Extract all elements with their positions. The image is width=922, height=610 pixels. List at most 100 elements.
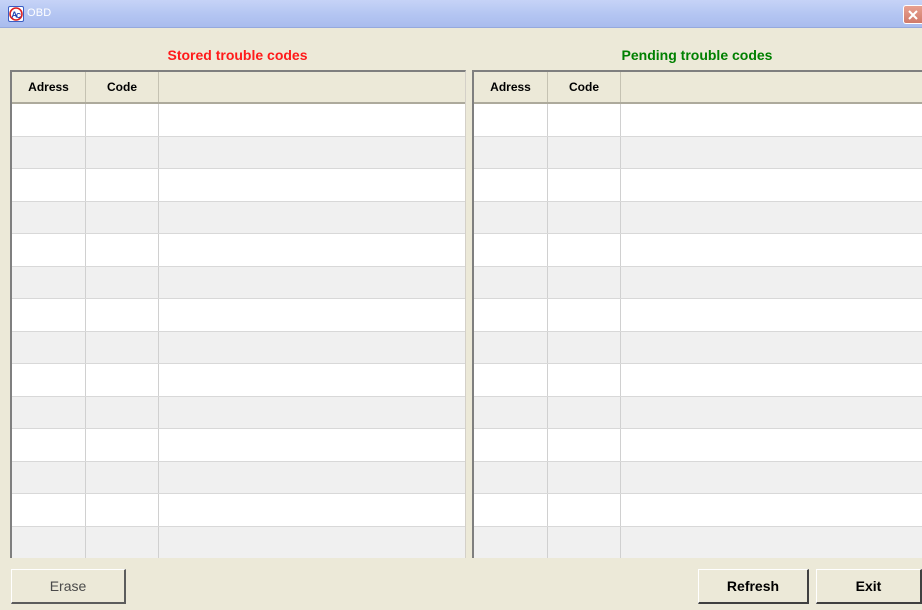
cell-adress[interactable] [12, 169, 86, 201]
cell-description[interactable] [159, 299, 465, 331]
cell-description[interactable] [159, 202, 465, 234]
cell-code[interactable] [86, 429, 159, 461]
cell-code[interactable] [86, 234, 159, 266]
table-row[interactable] [474, 494, 922, 527]
cell-code[interactable] [86, 526, 159, 558]
cell-code[interactable] [548, 461, 621, 493]
cell-code[interactable] [86, 461, 159, 493]
cell-description[interactable] [159, 332, 465, 364]
cell-adress[interactable] [12, 526, 86, 558]
cell-description[interactable] [621, 267, 922, 299]
refresh-button[interactable]: Refresh [698, 569, 809, 604]
cell-description[interactable] [621, 169, 922, 201]
table-row[interactable] [12, 396, 465, 429]
cell-adress[interactable] [474, 494, 548, 526]
cell-description[interactable] [621, 234, 922, 266]
cell-code[interactable] [86, 494, 159, 526]
cell-code[interactable] [548, 169, 621, 201]
cell-code[interactable] [548, 526, 621, 558]
cell-code[interactable] [548, 266, 621, 298]
cell-adress[interactable] [474, 331, 548, 363]
cell-adress[interactable] [12, 331, 86, 363]
close-button[interactable] [903, 5, 922, 24]
table-row[interactable] [12, 299, 465, 332]
table-row[interactable] [474, 396, 922, 429]
table-row[interactable] [474, 429, 922, 462]
cell-code[interactable] [548, 364, 621, 396]
cell-adress[interactable] [12, 364, 86, 396]
cell-code[interactable] [86, 136, 159, 168]
table-row[interactable] [474, 201, 922, 234]
cell-description[interactable] [621, 299, 922, 331]
table-row[interactable] [474, 461, 922, 494]
cell-code[interactable] [86, 396, 159, 428]
cell-description[interactable] [159, 267, 465, 299]
table-row[interactable] [12, 104, 465, 137]
cell-code[interactable] [548, 201, 621, 233]
cell-adress[interactable] [12, 299, 86, 331]
cell-description[interactable] [621, 462, 922, 494]
cell-adress[interactable] [12, 461, 86, 493]
cell-adress[interactable] [12, 201, 86, 233]
cell-adress[interactable] [12, 429, 86, 461]
cell-description[interactable] [621, 527, 922, 559]
cell-adress[interactable] [474, 104, 548, 136]
cell-code[interactable] [548, 299, 621, 331]
cell-adress[interactable] [474, 299, 548, 331]
cell-description[interactable] [159, 234, 465, 266]
ac-logo-icon[interactable]: A C [8, 6, 24, 22]
cell-adress[interactable] [474, 136, 548, 168]
cell-code[interactable] [86, 299, 159, 331]
table-row[interactable] [12, 461, 465, 494]
cell-description[interactable] [159, 137, 465, 169]
column-header-description[interactable] [621, 72, 922, 102]
cell-code[interactable] [548, 396, 621, 428]
table-row[interactable] [12, 234, 465, 267]
table-row[interactable] [12, 201, 465, 234]
table-row[interactable] [474, 526, 922, 559]
table-row[interactable] [474, 364, 922, 397]
table-row[interactable] [474, 104, 922, 137]
cell-code[interactable] [86, 364, 159, 396]
table-row[interactable] [474, 234, 922, 267]
cell-description[interactable] [159, 429, 465, 461]
column-header-adress[interactable]: Adress [474, 72, 548, 102]
column-header-adress[interactable]: Adress [12, 72, 86, 102]
cell-adress[interactable] [12, 234, 86, 266]
table-row[interactable] [474, 331, 922, 364]
cell-code[interactable] [548, 234, 621, 266]
cell-code[interactable] [548, 429, 621, 461]
table-row[interactable] [12, 526, 465, 558]
cell-adress[interactable] [474, 461, 548, 493]
cell-code[interactable] [86, 266, 159, 298]
cell-description[interactable] [159, 169, 465, 201]
table-row[interactable] [12, 331, 465, 364]
cell-description[interactable] [159, 494, 465, 526]
cell-code[interactable] [86, 201, 159, 233]
cell-code[interactable] [86, 331, 159, 363]
cell-description[interactable] [621, 332, 922, 364]
table-row[interactable] [474, 136, 922, 169]
cell-description[interactable] [621, 202, 922, 234]
cell-adress[interactable] [474, 266, 548, 298]
exit-button[interactable]: Exit [816, 569, 922, 604]
column-header-code[interactable]: Code [86, 72, 159, 102]
table-row[interactable] [474, 266, 922, 299]
cell-adress[interactable] [474, 234, 548, 266]
cell-adress[interactable] [12, 494, 86, 526]
cell-code[interactable] [548, 136, 621, 168]
cell-adress[interactable] [12, 266, 86, 298]
cell-code[interactable] [548, 104, 621, 136]
cell-adress[interactable] [474, 396, 548, 428]
cell-description[interactable] [159, 364, 465, 396]
cell-description[interactable] [159, 104, 465, 136]
cell-code[interactable] [548, 494, 621, 526]
table-row[interactable] [474, 299, 922, 332]
column-header-code[interactable]: Code [548, 72, 621, 102]
cell-description[interactable] [159, 397, 465, 429]
cell-description[interactable] [621, 104, 922, 136]
table-row[interactable] [12, 364, 465, 397]
cell-code[interactable] [86, 169, 159, 201]
cell-description[interactable] [621, 397, 922, 429]
cell-adress[interactable] [474, 364, 548, 396]
